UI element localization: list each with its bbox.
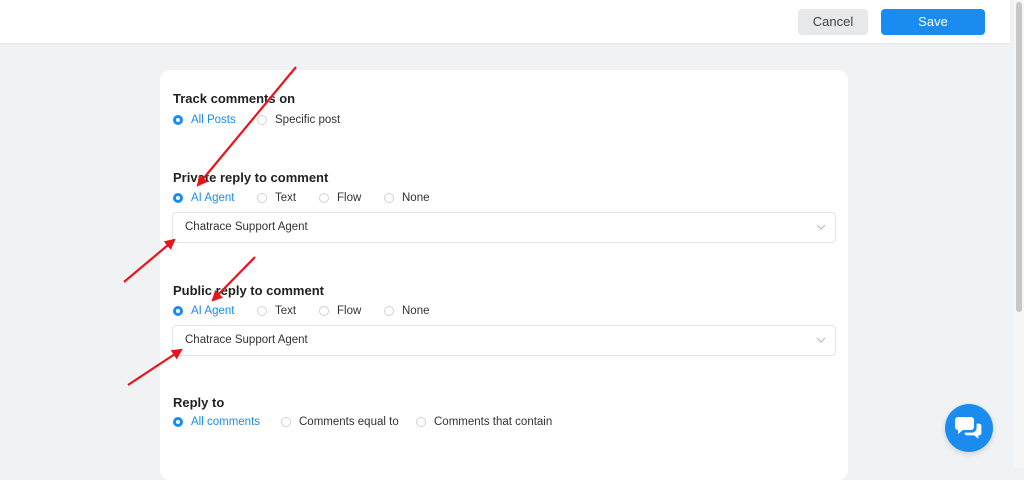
radio-unselected-icon [319, 193, 329, 203]
radio-all-posts[interactable]: All Posts [173, 112, 236, 128]
radio-label: AI Agent [191, 305, 235, 317]
cancel-button[interactable]: Cancel [798, 9, 868, 35]
radio-unselected-icon [319, 306, 329, 316]
public-reply-title: Public reply to comment [173, 283, 324, 298]
radio-label: None [402, 192, 430, 204]
radio-private-ai-agent[interactable]: AI Agent [173, 190, 234, 206]
chevron-down-icon [816, 337, 826, 343]
radio-selected-icon [173, 417, 183, 427]
radio-label: Comments that contain [434, 416, 553, 428]
radio-unselected-icon [384, 193, 394, 203]
radio-label: Specific post [275, 114, 341, 126]
radio-label: All Posts [191, 114, 236, 126]
comment-settings-card: Track comments on All Posts Specific pos… [160, 70, 848, 480]
radio-private-text[interactable]: Text [257, 190, 296, 206]
radio-comments-equal-to[interactable]: Comments equal to [281, 414, 399, 430]
radio-label: Text [275, 192, 297, 204]
radio-public-text[interactable]: Text [257, 303, 296, 319]
radio-selected-icon [173, 115, 183, 125]
top-toolbar: Cancel Save [0, 0, 1010, 44]
radio-unselected-icon [257, 115, 267, 125]
radio-private-flow[interactable]: Flow [319, 190, 361, 206]
radio-unselected-icon [281, 417, 291, 427]
track-comments-title: Track comments on [173, 91, 296, 106]
chevron-down-icon [816, 224, 826, 230]
select-value: Chatrace Support Agent [185, 221, 308, 233]
radio-label: Text [275, 305, 297, 317]
radio-label: Flow [337, 305, 362, 317]
radio-public-none[interactable]: None [384, 303, 430, 319]
radio-specific-post[interactable]: Specific post [257, 112, 340, 128]
radio-all-comments[interactable]: All comments [173, 414, 260, 430]
radio-public-ai-agent[interactable]: AI Agent [173, 303, 234, 319]
radio-unselected-icon [384, 306, 394, 316]
radio-label: AI Agent [191, 192, 235, 204]
chat-bubbles-icon [955, 417, 983, 442]
radio-unselected-icon [257, 306, 267, 316]
radio-label: Comments equal to [299, 416, 399, 428]
reply-to-title: Reply to [173, 395, 225, 410]
chat-support-button[interactable] [945, 404, 993, 452]
select-value: Chatrace Support Agent [185, 334, 308, 346]
radio-unselected-icon [257, 193, 267, 203]
radio-label: None [402, 305, 430, 317]
radio-selected-icon [173, 193, 183, 203]
radio-selected-icon [173, 306, 183, 316]
radio-label: All comments [191, 416, 261, 428]
save-button[interactable]: Save [881, 9, 985, 35]
scrollbar-thumb[interactable] [1016, 2, 1022, 312]
private-reply-agent-select[interactable]: Chatrace Support Agent [172, 212, 836, 243]
radio-comments-that-contain[interactable]: Comments that contain [416, 414, 552, 430]
radio-public-flow[interactable]: Flow [319, 303, 361, 319]
radio-label: Flow [337, 192, 362, 204]
page-scrollbar[interactable] [1014, 0, 1024, 468]
private-reply-title: Private reply to comment [173, 170, 329, 185]
radio-unselected-icon [416, 417, 426, 427]
radio-private-none[interactable]: None [384, 190, 430, 206]
public-reply-agent-select[interactable]: Chatrace Support Agent [172, 325, 836, 356]
